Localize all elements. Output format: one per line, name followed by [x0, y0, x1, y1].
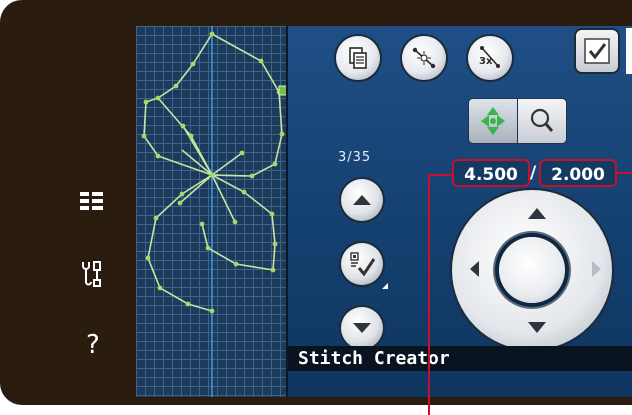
dpad-left-arrow[interactable]: [470, 261, 479, 277]
step-down-button[interactable]: [341, 307, 383, 349]
help-icon[interactable]: ?: [86, 330, 100, 360]
svg-text:3x: 3x: [479, 56, 493, 67]
stitch-counter: 3/35: [338, 150, 372, 165]
dpad-down-arrow[interactable]: [528, 322, 546, 333]
stitch-grid[interactable]: [136, 26, 286, 397]
callout-line: [617, 172, 632, 174]
move-arrows-icon: [481, 107, 505, 135]
value-separator: /: [530, 163, 537, 183]
move-mode-button[interactable]: [469, 99, 517, 143]
confirm-check-icon: [584, 38, 610, 64]
triple-stitch-button[interactable]: 3x: [468, 36, 512, 80]
screen-title: Stitch Creator: [288, 346, 632, 371]
submenu-indicator: [382, 283, 388, 289]
dpad-up-arrow[interactable]: [528, 208, 546, 219]
zoom-magnifier-icon: [530, 108, 554, 132]
select-check-icon: [350, 252, 376, 277]
width-value[interactable]: 2.000: [539, 159, 617, 187]
callout-line: [428, 174, 430, 415]
select-stitch-button[interactable]: [341, 243, 383, 285]
arrow-up-icon: [353, 195, 371, 205]
insert-point-button[interactable]: [402, 36, 446, 80]
dpad-right-arrow[interactable]: [592, 261, 601, 277]
duplicate-icon: [349, 47, 367, 69]
confirm-button[interactable]: [576, 28, 632, 74]
position-value[interactable]: 4.500: [452, 159, 530, 187]
menu-list-icon[interactable]: [75, 188, 107, 218]
callout-line: [428, 174, 452, 176]
triple-stitch-icon: 3x: [479, 46, 500, 68]
dpad-center-button[interactable]: [499, 237, 565, 303]
step-up-button[interactable]: [341, 179, 383, 221]
insert-point-icon: [412, 47, 436, 69]
arrow-down-icon: [353, 323, 371, 333]
settings-tools-icon[interactable]: [75, 258, 107, 294]
zoom-button[interactable]: [518, 99, 566, 143]
duplicate-button[interactable]: [336, 36, 380, 80]
